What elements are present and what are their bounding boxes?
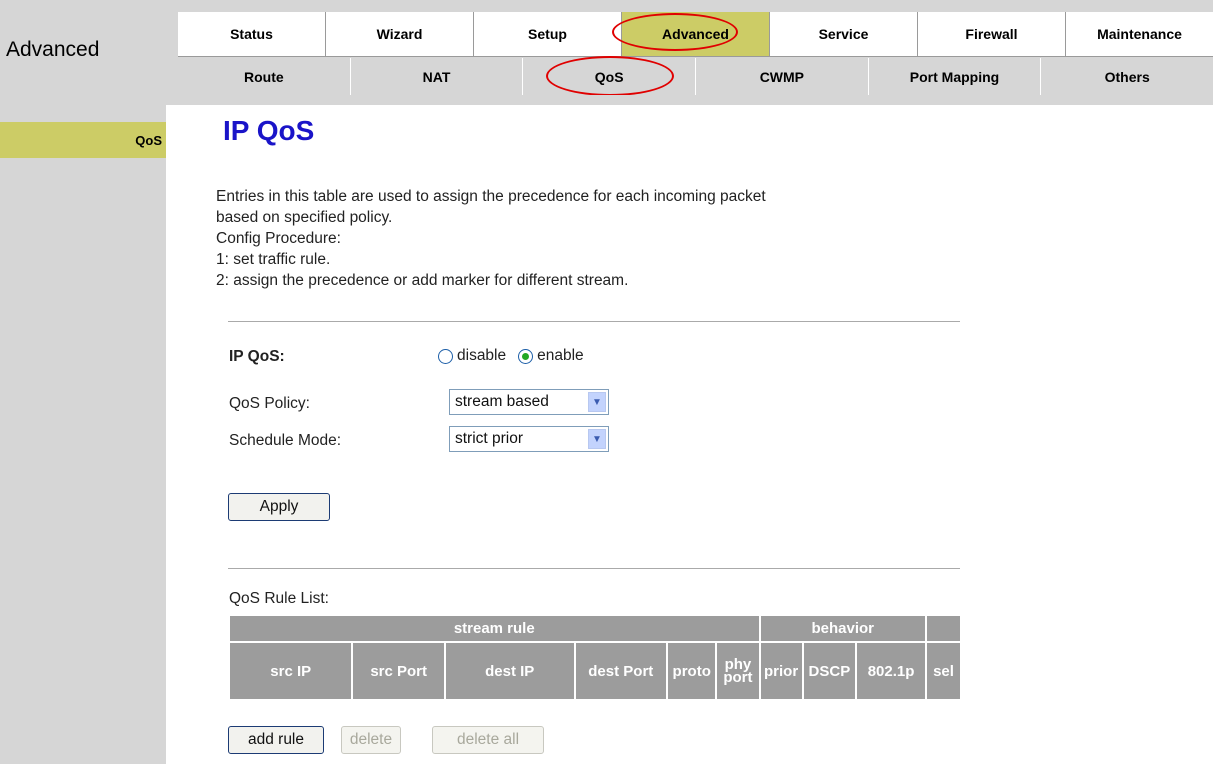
radio-selected-dot — [522, 352, 530, 360]
subtab-cwmp[interactable]: CWMP — [695, 58, 868, 95]
table-group-stream-rule: stream rule — [230, 616, 759, 641]
column-header-dscp: DSCP — [803, 641, 856, 699]
subtab-others[interactable]: Others — [1040, 58, 1213, 95]
qos-policy-value: stream based — [455, 393, 549, 410]
description-line: Entries in this table are used to assign… — [216, 188, 766, 205]
subtab-route[interactable]: Route — [178, 58, 350, 95]
sidebar: QoS — [0, 105, 166, 764]
column-header-proto: proto — [668, 641, 716, 699]
table-group-behavior: behavior — [760, 616, 925, 641]
tab-advanced[interactable]: Advanced — [621, 12, 769, 57]
chevron-down-icon[interactable]: ▼ — [588, 392, 606, 412]
column-header-phy-port: phy port — [717, 641, 759, 699]
radio-disable[interactable] — [438, 348, 453, 364]
tab-status[interactable]: Status — [178, 12, 325, 57]
column-header-src-ip: src IP — [230, 641, 352, 699]
sub-tabs: Route NAT QoS CWMP Port Mapping Others — [178, 58, 1213, 95]
page-description: Entries in this table are used to assign… — [216, 186, 956, 291]
delete-button[interactable]: delete — [341, 726, 401, 754]
schedule-mode-value: strict prior — [455, 430, 524, 447]
header-divider — [0, 95, 1213, 105]
apply-button[interactable]: Apply — [228, 493, 330, 521]
schedule-mode-label: Schedule Mode: — [229, 432, 342, 449]
ipqos-label: IP QoS: — [229, 348, 285, 365]
sidebar-item-qos[interactable]: QoS — [0, 122, 166, 158]
radio-enable-label: enable — [537, 347, 584, 364]
description-line: based on specified policy. — [216, 209, 393, 226]
divider — [228, 321, 960, 322]
qos-policy-label: QoS Policy: — [229, 395, 310, 412]
column-header-sel: sel — [927, 641, 960, 699]
chevron-down-icon[interactable]: ▼ — [588, 429, 606, 449]
divider — [228, 568, 960, 569]
tab-service[interactable]: Service — [769, 12, 917, 57]
schedule-mode-select[interactable]: strict prior ▼ — [449, 426, 609, 452]
add-rule-button[interactable]: add rule — [228, 726, 324, 754]
description-line: Config Procedure: — [216, 230, 341, 247]
table-group-empty — [927, 616, 960, 641]
subtab-nat[interactable]: NAT — [349, 58, 523, 95]
subtab-port-mapping[interactable]: Port Mapping — [867, 58, 1041, 95]
delete-all-button[interactable]: delete all — [432, 726, 544, 754]
ipqos-radio-group: disable enable — [438, 347, 596, 365]
qos-rule-table: stream rule behavior src IP src Port des… — [228, 616, 962, 699]
subtab-qos[interactable]: QoS — [522, 58, 695, 95]
tab-firewall[interactable]: Firewall — [917, 12, 1065, 57]
rule-list-title: QoS Rule List: — [229, 590, 329, 607]
page-title: IP QoS — [223, 115, 315, 146]
column-header-src-port: src Port — [353, 641, 444, 699]
tab-maintenance[interactable]: Maintenance — [1065, 12, 1213, 57]
qos-policy-select[interactable]: stream based ▼ — [449, 389, 609, 415]
radio-enable[interactable] — [518, 348, 534, 364]
column-header-dest-ip: dest IP — [445, 641, 574, 699]
column-header-prior: prior — [760, 641, 802, 699]
main-tabs: Status Wizard Setup Advanced Service Fir… — [178, 12, 1213, 57]
radio-disable-label: disable — [457, 347, 507, 364]
column-header-dest-port: dest Port — [575, 641, 667, 699]
page-section-title: Advanced — [6, 38, 100, 61]
description-line: 2: assign the precedence or add marker f… — [216, 272, 629, 289]
tab-wizard[interactable]: Wizard — [325, 12, 473, 57]
description-line: 1: set traffic rule. — [216, 251, 331, 268]
column-header-port: port — [723, 669, 753, 686]
tab-setup[interactable]: Setup — [473, 12, 621, 57]
column-header-8021p: 802.1p — [857, 641, 925, 699]
